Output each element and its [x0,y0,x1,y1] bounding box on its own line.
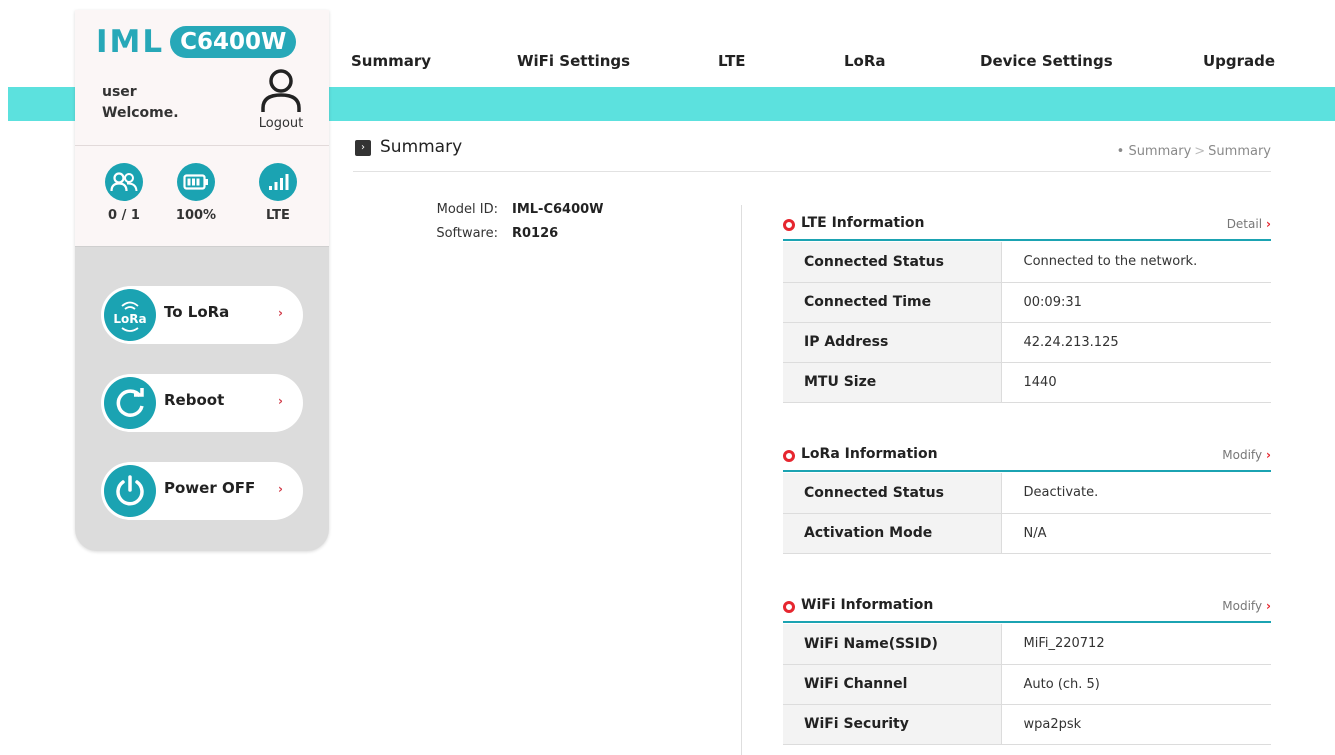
nav-device-settings[interactable]: Device Settings [980,52,1113,70]
to-lora-button[interactable]: LoRa To LoRa › [101,286,303,344]
lte-information-header: LTE Information Detail › [783,211,1271,241]
power-off-button[interactable]: Power OFF › [101,462,303,520]
lte-information-table: Connected Status Connected to the network… [783,242,1271,403]
lora-information-header: LoRa Information Modify › [783,442,1271,472]
table-row: MTU Size 1440 [783,362,1271,403]
table-row: WiFi Channel Auto (ch. 5) [783,664,1271,705]
table-row: Connected Status Connected to the network… [783,242,1271,283]
title-arrow-icon: › [355,140,371,156]
lte-detail-link[interactable]: Detail › [1227,217,1271,231]
breadcrumb: • Summary > Summary [1116,144,1271,159]
nav-wifi-settings[interactable]: WiFi Settings [517,52,630,70]
model-id-label: Model ID: [436,202,498,217]
wifi-information-header: WiFi Information Modify › [783,593,1271,623]
lora-information-table: Connected Status Deactivate. Activation M… [783,473,1271,554]
software-value: R0126 [512,226,559,241]
table-row: WiFi Name(SSID) MiFi_220712 [783,624,1271,665]
wifi-modify-link[interactable]: Modify › [1222,599,1271,613]
power-icon [116,475,144,506]
user-icon [261,69,301,112]
reboot-icon [116,388,144,417]
chevron-right-icon: › [278,306,283,320]
table-row: Activation Mode N/A [783,513,1271,554]
lora-modify-link[interactable]: Modify › [1222,448,1271,462]
brand-logo: IML C6400W [96,25,297,59]
sidebar: IML C6400W user Welcome. Logout 0 / 1 10… [75,10,329,551]
logout-button[interactable]: Logout [253,68,309,138]
chevron-right-icon: › [1266,217,1271,231]
network-stat: LTE [248,163,308,223]
svg-text:LoRa: LoRa [113,312,146,326]
bullet-ring-icon [783,601,795,613]
welcome-text: Welcome. [102,105,179,121]
nav-lora[interactable]: LoRa [844,52,886,70]
battery-icon [183,174,208,190]
nav-upgrade[interactable]: Upgrade [1203,52,1275,70]
table-row: IP Address 42.24.213.125 [783,322,1271,363]
connected-users-stat: 0 / 1 [94,163,154,223]
bullet-ring-icon [783,450,795,462]
lora-icon: LoRa [113,301,147,332]
software-label: Software: [436,226,498,241]
chevron-right-icon: › [278,394,283,408]
chevron-right-icon: › [278,482,283,496]
chevron-right-icon: › [1266,448,1271,462]
reboot-button[interactable]: Reboot › [101,374,303,432]
table-row: Connected Status Deactivate. [783,473,1271,514]
table-row: Connected Time 00:09:31 [783,282,1271,323]
sidebar-profile-panel: IML C6400W user Welcome. Logout 0 / 1 10… [75,10,329,247]
wifi-information-table: WiFi Name(SSID) MiFi_220712 WiFi Channel A… [783,624,1271,745]
nav-summary[interactable]: Summary [351,52,431,70]
chevron-right-icon: › [1266,599,1271,613]
bullet-ring-icon [783,219,795,231]
nav-lte[interactable]: LTE [718,52,746,70]
user-name: user [102,84,137,100]
signal-icon [269,174,289,190]
users-icon [110,172,138,192]
page-title: Summary [380,137,463,157]
battery-stat: 100% [166,163,226,223]
table-row: WiFi Security wpa2psk [783,704,1271,745]
model-id-value: IML-C6400W [512,202,604,217]
